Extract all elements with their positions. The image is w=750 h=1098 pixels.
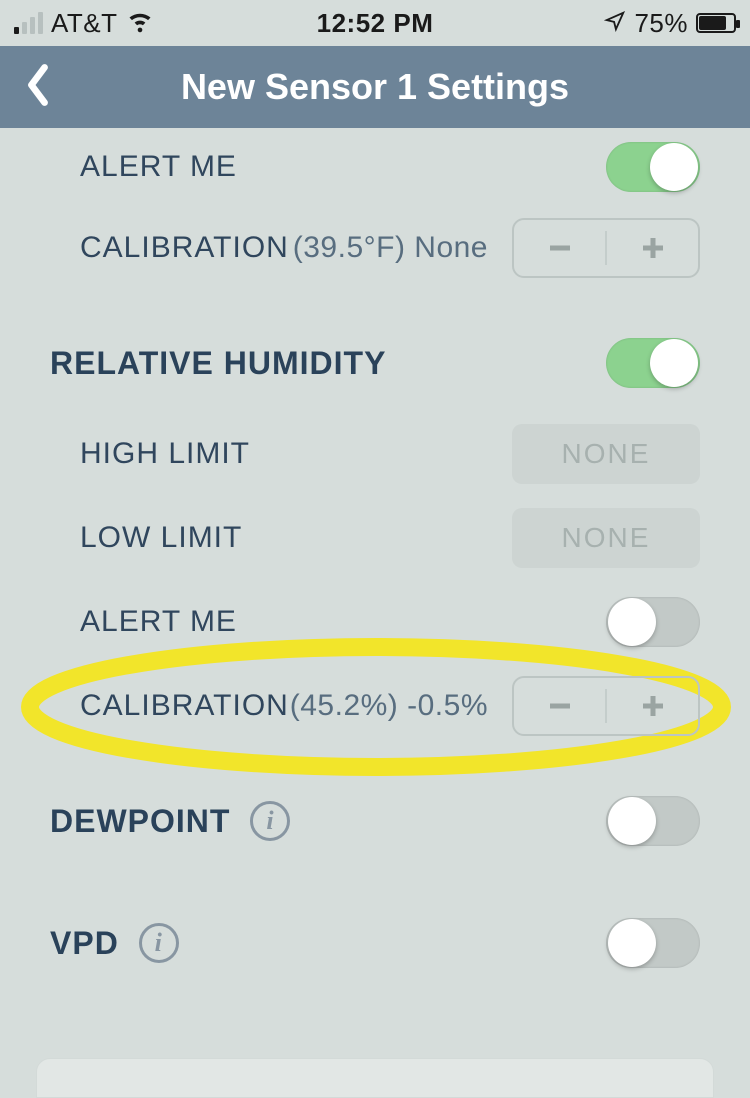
humidity-alert-toggle[interactable] [606,597,700,647]
humidity-calibration-minus-button[interactable] [514,678,605,734]
humidity-low-label: LOW LIMIT [80,521,242,555]
info-icon[interactable]: i [250,801,290,841]
cell-signal-icon [14,12,43,34]
carrier-label: AT&T [51,8,118,39]
vpd-section-label: VPD [50,925,119,962]
humidity-enable-toggle[interactable] [606,338,700,388]
wifi-icon [126,6,154,41]
humidity-calibration-row: CALIBRATION (45.2%) -0.5% [0,664,750,748]
humidity-high-row: HIGH LIMIT NONE [0,412,750,496]
humidity-section-label: RELATIVE HUMIDITY [50,345,386,382]
info-icon[interactable]: i [139,923,179,963]
humidity-alert-row: ALERT ME [0,580,750,664]
temp-alert-row: ALERT ME [0,128,750,206]
temp-calibration-minus-button[interactable] [514,220,605,276]
dewpoint-enable-toggle[interactable] [606,796,700,846]
status-bar: AT&T 12:52 PM 75% [0,0,750,46]
dewpoint-section-header: DEWPOINT i [0,748,750,870]
humidity-high-label: HIGH LIMIT [80,437,250,471]
temp-calibration-label: CALIBRATION [80,231,289,265]
humidity-low-button[interactable]: NONE [512,508,700,568]
humidity-calibration-stepper [512,676,700,736]
battery-pct-label: 75% [634,8,688,39]
vpd-enable-toggle[interactable] [606,918,700,968]
content: ALERT ME CALIBRATION (39.5°F) None RELAT… [0,128,750,1098]
humidity-calibration-value: (45.2%) -0.5% [290,689,488,723]
bottom-card [36,1058,714,1098]
clock-label: 12:52 PM [255,8,496,39]
humidity-low-row: LOW LIMIT NONE [0,496,750,580]
temp-calibration-row: CALIBRATION (39.5°F) None [0,206,750,290]
temp-alert-label: ALERT ME [80,150,237,184]
battery-icon [696,13,736,33]
humidity-high-button[interactable]: NONE [512,424,700,484]
location-icon [604,8,626,39]
humidity-section-header: RELATIVE HUMIDITY [0,290,750,412]
humidity-calibration-label: CALIBRATION [80,689,289,723]
back-button[interactable] [20,63,56,112]
page-title: New Sensor 1 Settings [0,66,750,108]
vpd-section-header: VPD i [0,870,750,992]
temp-calibration-plus-button[interactable] [607,220,698,276]
temp-calibration-value: (39.5°F) None [293,231,488,265]
humidity-alert-label: ALERT ME [80,605,237,639]
temp-alert-toggle[interactable] [606,142,700,192]
temp-calibration-stepper [512,218,700,278]
dewpoint-section-label: DEWPOINT [50,803,230,840]
nav-bar: New Sensor 1 Settings [0,46,750,128]
humidity-calibration-plus-button[interactable] [607,678,698,734]
